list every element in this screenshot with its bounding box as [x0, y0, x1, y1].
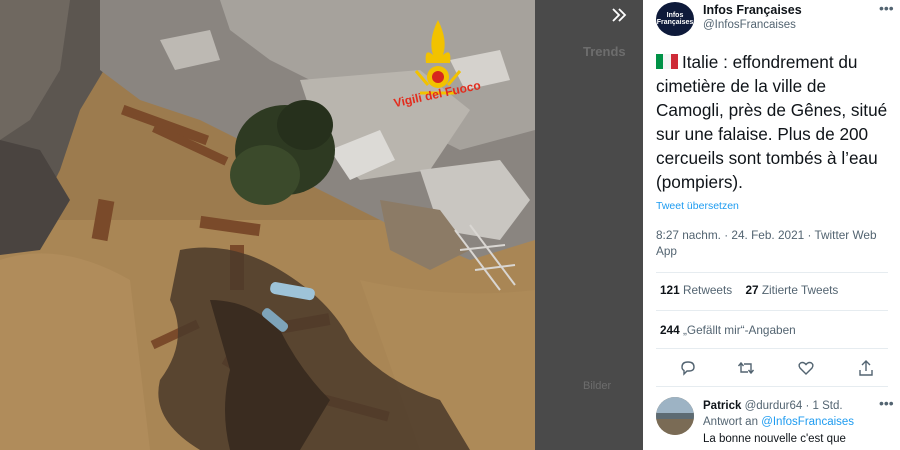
quotes-count: 27: [745, 283, 759, 297]
chevron-double-right-icon: [612, 8, 627, 22]
reply-to-handle-link[interactable]: @InfosFrancaises: [761, 416, 854, 428]
retweets-stat[interactable]: 121 Retweets: [660, 283, 732, 297]
tweet-media-viewer: Vigili del Fuoco Trends Bilder Infos Fra…: [0, 0, 900, 450]
reply-more-options-button[interactable]: •••: [879, 395, 894, 411]
likes-stat[interactable]: 244 „Gefällt mir“-Angaben: [660, 323, 796, 337]
reply-to-line: Antwort an @InfosFrancaises: [703, 416, 854, 428]
tweet-actions: [656, 358, 888, 380]
reply-tweet[interactable]: Patrick @durdur64 · 1 Std. ••• Antwort a…: [656, 393, 896, 450]
divider: [656, 272, 888, 273]
divider: [656, 348, 888, 349]
like-button[interactable]: [796, 358, 818, 380]
avatar[interactable]: Infos Françaises: [656, 2, 694, 36]
tweet-timestamp[interactable]: 8:27 nachm. · 24. Feb. 2021 · Twitter We…: [656, 227, 888, 259]
share-button[interactable]: [856, 358, 878, 380]
tweet-stats: 121 Retweets 27 Zitierte Tweets: [660, 283, 848, 297]
tweet-text: Italie : effondrement du cimetière de la…: [656, 50, 896, 194]
expand-panel-button[interactable]: [604, 2, 634, 28]
translate-tweet-link[interactable]: Tweet übersetzen: [656, 200, 739, 212]
divider: [656, 386, 888, 387]
retweets-label: Retweets: [682, 283, 733, 297]
retweet-icon: [737, 361, 755, 375]
reply-button[interactable]: [678, 358, 700, 380]
quotes-stat[interactable]: 27 Zitierte Tweets: [745, 283, 838, 297]
author-handle[interactable]: @InfosFrancaises: [703, 19, 796, 31]
more-options-button[interactable]: •••: [879, 0, 894, 16]
avatar-text: Infos Françaises: [656, 12, 694, 26]
tweet-body: Italie : effondrement du cimetière de la…: [656, 52, 888, 192]
reply-text: La bonne nouvelle c'est que: [703, 433, 846, 445]
like-icon: [798, 361, 814, 375]
retweets-count: 121: [660, 283, 680, 297]
likes-label: „Gefällt mir“-Angaben: [682, 323, 796, 337]
background-ghost-bilder: Bilder: [583, 380, 612, 392]
reply-author-handle: @durdur64 · 1 Std.: [744, 400, 843, 412]
reply-icon: [681, 361, 695, 376]
likes-count: 244: [660, 323, 680, 337]
tweet-header: Infos Françaises Infos Françaises @Infos…: [656, 0, 894, 40]
share-icon: [859, 360, 873, 376]
media-viewer: Vigili del Fuoco Trends Bilder: [0, 0, 643, 450]
reply-author-name: Patrick: [703, 400, 742, 412]
tweet-detail-panel: Infos Françaises Infos Françaises @Infos…: [643, 0, 900, 450]
reply-author[interactable]: Patrick @durdur64 · 1 Std.: [703, 400, 843, 412]
quotes-label: Zitierte Tweets: [761, 283, 839, 297]
author-name[interactable]: Infos Françaises: [703, 3, 802, 17]
divider: [656, 310, 888, 311]
avatar[interactable]: [656, 397, 694, 435]
background-ghost-trends: Trends: [583, 44, 626, 59]
reply-to-prefix: Antwort an: [703, 416, 758, 428]
tweet-photo[interactable]: Vigili del Fuoco: [0, 0, 535, 450]
retweet-button[interactable]: [736, 358, 758, 380]
italy-flag-icon: [656, 51, 678, 69]
